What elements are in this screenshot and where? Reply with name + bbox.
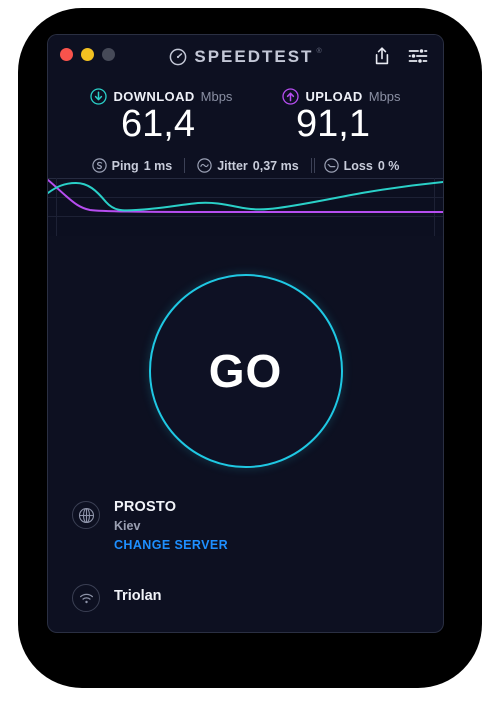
loss-value: 0 %: [377, 158, 400, 173]
window-controls: [60, 48, 115, 61]
upload-value: 91,1: [296, 103, 370, 145]
sliders-icon[interactable]: [408, 47, 428, 65]
minimize-button[interactable]: [81, 48, 94, 61]
jitter-value: 0,37 ms: [252, 158, 299, 173]
screenshot-stage: SPEEDTEST ® DOWNLOAD Mbps UPLOAD Mbps 61…: [0, 0, 500, 704]
server-info: PROSTO Kiev CHANGE SERVER: [114, 499, 228, 554]
gauge-icon: [170, 48, 187, 66]
isp-name: Triolan: [114, 588, 162, 604]
upload-label: UPLOAD: [305, 89, 363, 104]
substats-row: Ping 1 ms Jitter 0,37 ms Loss 0 %: [48, 158, 443, 173]
change-server-link[interactable]: CHANGE SERVER: [114, 536, 228, 554]
window-titlebar: SPEEDTEST ®: [48, 35, 443, 80]
jitter-stat: Jitter 0,37 ms: [185, 158, 310, 173]
share-icon[interactable]: [373, 46, 391, 66]
download-value: 61,4: [121, 103, 195, 145]
loss-icon: [323, 158, 339, 173]
speedtest-app-window: SPEEDTEST ® DOWNLOAD Mbps UPLOAD Mbps 61…: [48, 35, 443, 632]
jitter-icon: [197, 158, 212, 173]
loss-stat: Loss 0 %: [312, 158, 412, 173]
go-section: GO: [48, 236, 443, 493]
isp-row[interactable]: Triolan: [48, 582, 443, 612]
ping-stat: Ping 1 ms: [80, 158, 185, 173]
download-label: DOWNLOAD: [113, 89, 195, 104]
wifi-icon: [79, 593, 93, 603]
jitter-label: Jitter: [217, 158, 248, 173]
ping-value: 1 ms: [143, 158, 173, 173]
close-button[interactable]: [60, 48, 73, 61]
brand-text: SPEEDTEST: [194, 47, 314, 66]
globe-icon: [78, 507, 94, 523]
go-button[interactable]: GO: [148, 274, 343, 468]
loss-label: Loss: [343, 158, 373, 173]
graph-svg: [48, 178, 443, 236]
maximize-button: [102, 48, 115, 61]
titlebar-actions: [373, 46, 428, 66]
results-panel: DOWNLOAD Mbps UPLOAD Mbps 61,4 91,1 Ping…: [48, 80, 443, 173]
brand-trademark: ®: [316, 48, 322, 55]
go-button-label: GO: [208, 345, 283, 397]
speed-history-graph: [48, 178, 443, 236]
server-row[interactable]: PROSTO Kiev CHANGE SERVER: [48, 499, 443, 554]
ping-label: Ping: [111, 158, 139, 173]
ping-icon: [91, 158, 107, 173]
download-unit: Mbps: [200, 89, 233, 104]
upload-unit: Mbps: [368, 89, 401, 104]
graph-background: [48, 178, 443, 236]
server-location: Kiev: [114, 519, 141, 533]
server-sponsor: PROSTO: [114, 499, 177, 515]
metric-value-row: 61,4 91,1: [48, 103, 443, 146]
globe-icon-wrap: [72, 501, 100, 529]
wifi-icon-wrap: [72, 584, 100, 612]
